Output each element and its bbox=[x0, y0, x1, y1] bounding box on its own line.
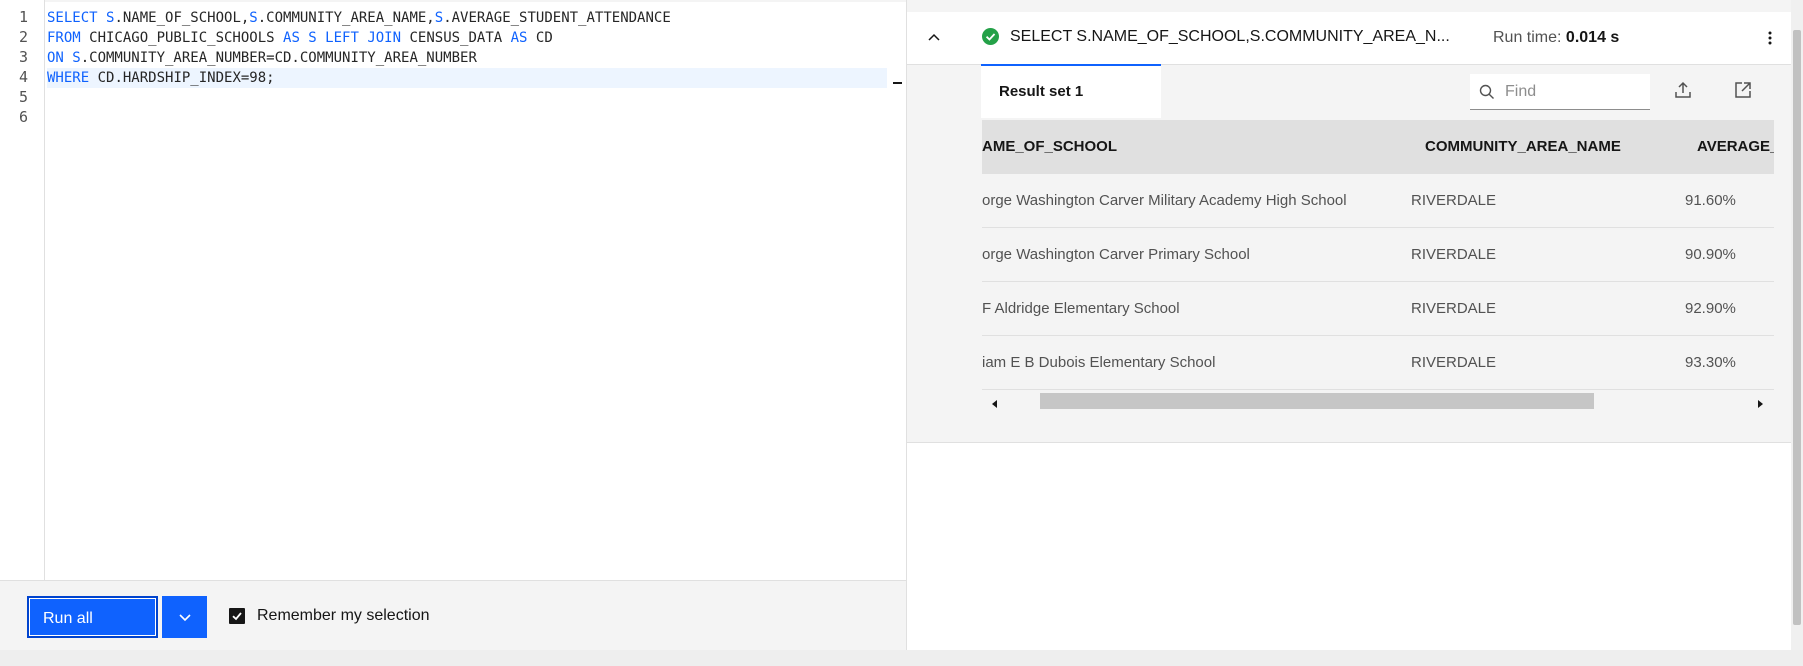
code-token: CD bbox=[527, 30, 553, 46]
code-token: .AVERAGE_STUDENT_ATTENDANCE bbox=[443, 10, 671, 26]
cell-attendance: 91.60% bbox=[1685, 192, 1736, 209]
table-row[interactable]: F Aldridge Elementary School RIVERDALE 9… bbox=[982, 282, 1774, 336]
vertical-scrollbar[interactable] bbox=[1791, 0, 1803, 650]
results-panel: SELECT S.NAME_OF_SCHOOL,S.COMMUNITY_AREA… bbox=[907, 0, 1791, 443]
remember-selection[interactable]: Remember my selection bbox=[229, 607, 430, 625]
line-number-gutter: 1 2 3 4 5 6 bbox=[0, 0, 45, 580]
chevron-down-icon bbox=[178, 614, 191, 622]
cell-community-area: RIVERDALE bbox=[1411, 354, 1497, 371]
cell-school-name: orge Washington Carver Primary School bbox=[982, 246, 1250, 263]
keyword-left: LEFT bbox=[325, 30, 359, 46]
table-row[interactable]: iam E B Dubois Elementary School RIVERDA… bbox=[982, 336, 1774, 390]
remember-label: Remember my selection bbox=[257, 607, 430, 624]
keyword-select: SELECT bbox=[47, 10, 98, 26]
alias-s: S bbox=[63, 50, 81, 66]
find-input[interactable] bbox=[1503, 81, 1637, 102]
chevron-up-icon[interactable] bbox=[926, 30, 942, 51]
sql-editor-pane: 1 2 3 4 5 6 SELECT S.NAME_OF_SCHOOL,S.CO… bbox=[0, 0, 907, 651]
scroll-right-icon[interactable] bbox=[1755, 396, 1765, 414]
scroll-left-icon[interactable] bbox=[990, 396, 1000, 414]
cell-school-name: F Aldridge Elementary School bbox=[982, 300, 1180, 317]
code-token: .COMMUNITY_AREA_NAME, bbox=[257, 10, 435, 26]
result-table: AME_OF_SCHOOL COMMUNITY_AREA_NAME AVERAG… bbox=[982, 120, 1774, 390]
line-number: 2 bbox=[18, 28, 28, 46]
query-result-header: SELECT S.NAME_OF_SCHOOL,S.COMMUNITY_AREA… bbox=[907, 12, 1791, 65]
code-line-2[interactable]: FROM CHICAGO_PUBLIC_SCHOOLS AS S LEFT JO… bbox=[47, 28, 553, 48]
run-time-value: 0.014 s bbox=[1565, 29, 1620, 46]
cell-attendance: 93.30% bbox=[1685, 354, 1736, 371]
cell-school-name: iam E B Dubois Elementary School bbox=[982, 354, 1216, 371]
code-token: .NAME_OF_SCHOOL, bbox=[114, 10, 250, 26]
keyword-as: AS bbox=[510, 30, 528, 46]
keyword-where: WHERE bbox=[47, 70, 90, 86]
scrollbar-thumb[interactable] bbox=[1040, 393, 1594, 409]
horizontal-scrollbar[interactable] bbox=[982, 391, 1774, 411]
keyword-on: ON bbox=[47, 50, 64, 66]
line-number: 5 bbox=[18, 88, 28, 106]
alias-s: S bbox=[249, 10, 258, 26]
code-token: CD.HARDSHIP_INDEX=98; bbox=[89, 70, 275, 86]
keyword-from: FROM bbox=[47, 30, 81, 46]
column-header-name-of-school[interactable]: AME_OF_SCHOOL bbox=[982, 138, 1117, 155]
tab-result-set-1[interactable]: Result set 1 bbox=[981, 64, 1161, 118]
code-token: CENSUS_DATA bbox=[401, 30, 511, 46]
alias-s: S bbox=[299, 30, 326, 46]
run-all-button[interactable]: Run all bbox=[27, 596, 158, 638]
query-title: SELECT S.NAME_OF_SCHOOL,S.COMMUNITY_AREA… bbox=[1010, 28, 1450, 45]
cell-school-name: orge Washington Carver Military Academy … bbox=[982, 192, 1347, 209]
line-number: 3 bbox=[18, 48, 28, 66]
code-line-3[interactable]: ON S.COMMUNITY_AREA_NUMBER=CD.COMMUNITY_… bbox=[47, 48, 477, 68]
table-row[interactable]: orge Washington Carver Primary School RI… bbox=[982, 228, 1774, 282]
overflow-menu-icon[interactable] bbox=[1767, 30, 1773, 51]
column-header-community-area-name[interactable]: COMMUNITY_AREA_NAME bbox=[1425, 138, 1621, 155]
code-token: CHICAGO_PUBLIC_SCHOOLS bbox=[80, 30, 284, 46]
success-check-icon bbox=[982, 28, 999, 50]
editor-top-border bbox=[0, 0, 906, 2]
results-pane: SELECT S.NAME_OF_SCHOOL,S.COMMUNITY_AREA… bbox=[907, 0, 1791, 650]
alias-s: S bbox=[434, 10, 444, 26]
table-row[interactable]: orge Washington Carver Military Academy … bbox=[982, 174, 1774, 228]
alias-s: S bbox=[97, 10, 115, 26]
editor-footer: Run all Remember my selection bbox=[0, 580, 906, 651]
table-header: AME_OF_SCHOOL COMMUNITY_AREA_NAME AVERAG… bbox=[982, 120, 1774, 174]
line-number: 6 bbox=[18, 108, 28, 126]
cell-community-area: RIVERDALE bbox=[1411, 192, 1497, 209]
line-number: 1 bbox=[18, 8, 28, 26]
bottom-border bbox=[0, 650, 1803, 666]
code-line-4[interactable]: WHERE CD.HARDSHIP_INDEX=98; bbox=[47, 68, 887, 88]
run-options-dropdown[interactable] bbox=[162, 596, 207, 638]
cell-attendance: 90.90% bbox=[1685, 246, 1736, 263]
text-cursor bbox=[893, 82, 902, 84]
checkmark-icon bbox=[232, 612, 242, 621]
run-time: Run time: 0.014 s bbox=[1493, 29, 1619, 47]
column-header-average-attendance[interactable]: AVERAGE_ bbox=[1697, 138, 1774, 155]
keyword-join: JOIN bbox=[367, 30, 402, 46]
cell-community-area: RIVERDALE bbox=[1411, 246, 1497, 263]
cell-community-area: RIVERDALE bbox=[1411, 300, 1497, 317]
vertical-scrollbar-thumb[interactable] bbox=[1793, 30, 1801, 625]
cell-attendance: 92.90% bbox=[1685, 300, 1736, 317]
run-time-label: Run time: bbox=[1493, 29, 1562, 46]
code-token: .COMMUNITY_AREA_NUMBER=CD.COMMUNITY_AREA… bbox=[80, 50, 477, 66]
popout-icon[interactable] bbox=[1733, 80, 1753, 105]
code-line-1[interactable]: SELECT S.NAME_OF_SCHOOL,S.COMMUNITY_AREA… bbox=[47, 8, 671, 28]
search-icon bbox=[1479, 84, 1494, 99]
export-icon[interactable] bbox=[1673, 80, 1693, 105]
find-field[interactable] bbox=[1470, 74, 1650, 110]
remember-checkbox[interactable] bbox=[229, 608, 245, 624]
keyword-as: AS bbox=[283, 30, 300, 46]
line-number: 4 bbox=[18, 68, 28, 86]
